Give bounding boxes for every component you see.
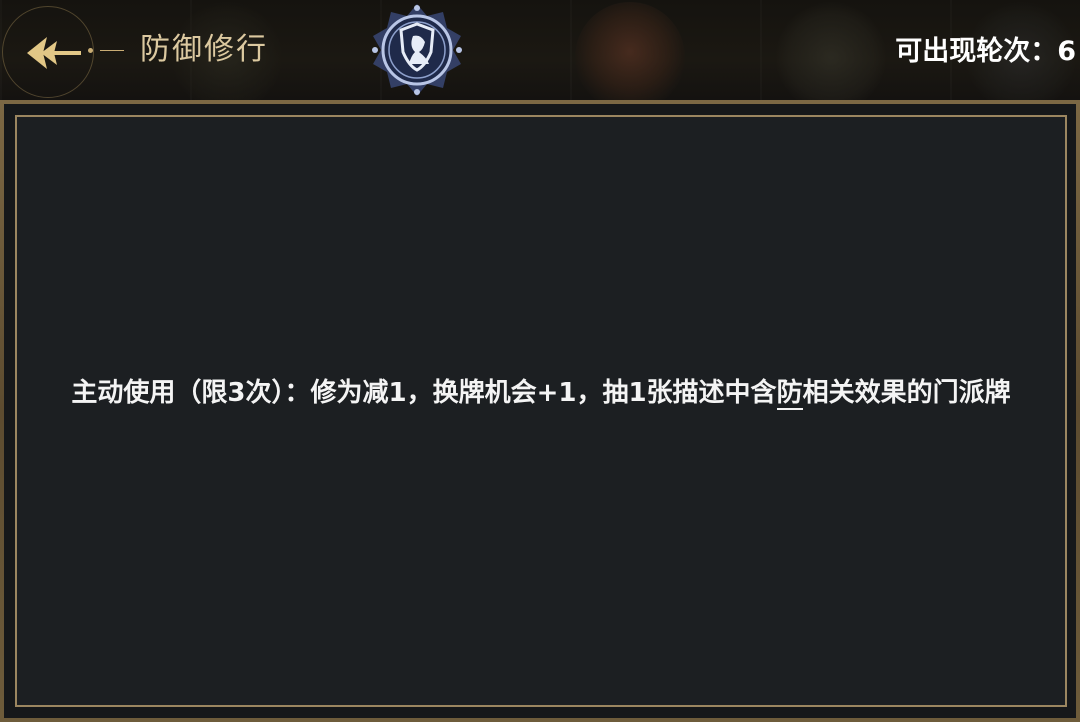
title-ornament	[88, 48, 128, 53]
rounds-value: 6	[1057, 36, 1076, 67]
rounds-indicator: 可出现轮次：6	[895, 34, 1076, 70]
card-description: 主动使用（限3次）：修为减1，换牌机会+1，抽1张描述中含防相关效果的门派牌	[17, 373, 1065, 413]
screen: 防御修行 可出现轮次：6 主动使用（限3次）：修为减1，换牌机会+1，抽1张描述…	[0, 0, 1080, 722]
page-title: 防御修行	[140, 32, 268, 67]
rounds-label: 可出现轮次：	[895, 36, 1058, 67]
keyword-link[interactable]: 防	[776, 378, 803, 410]
shield-emblem-icon	[369, 2, 465, 98]
description-text-end: 相关效果的门派牌	[802, 378, 1011, 408]
back-button[interactable]	[2, 6, 94, 98]
back-arrow-icon	[27, 37, 81, 69]
top-bar: 防御修行 可出现轮次：6	[0, 0, 1080, 100]
description-text: 主动使用（限3次）：修为减1，换牌机会+1，抽1张描述中含	[71, 378, 777, 408]
description-panel: 主动使用（限3次）：修为减1，换牌机会+1，抽1张描述中含防相关效果的门派牌	[15, 115, 1067, 707]
